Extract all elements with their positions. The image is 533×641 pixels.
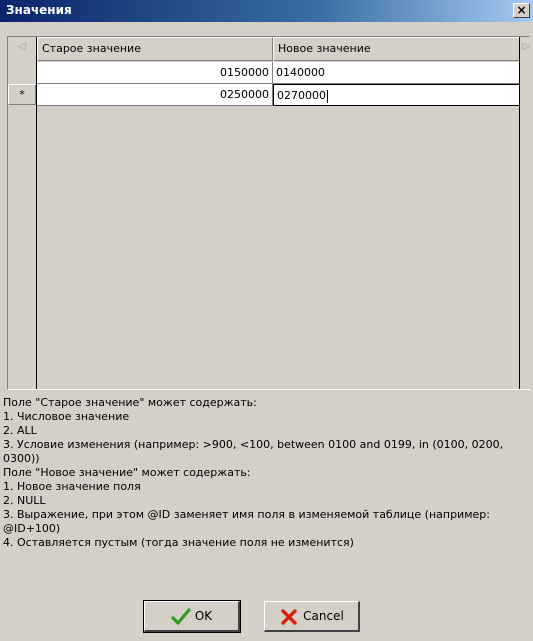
close-button[interactable]: × (513, 3, 530, 18)
values-dialog: Значения × ◁ * Старое значение Новое зна… (0, 0, 533, 641)
scroll-right-arrow-icon[interactable]: ▷ (522, 41, 530, 52)
help-line: Поле "Новое значение" может содержать: (3, 466, 251, 479)
help-line: 1. Числовое значение (3, 410, 130, 423)
cancel-button[interactable]: Cancel (264, 601, 360, 632)
checkmark-icon (171, 607, 191, 625)
text-caret (327, 89, 328, 103)
ok-button[interactable]: OK (143, 600, 241, 633)
grid-area: Старое значение Новое значение 0150000 0… (36, 37, 520, 389)
column-header-old-value[interactable]: Старое значение (37, 37, 273, 61)
help-line: 2. NULL (3, 494, 46, 507)
help-line: 1. Новое значение поля (3, 480, 141, 493)
window-title: Значения (6, 3, 72, 17)
help-line: Поле "Старое значение" может содержать: (3, 396, 257, 409)
old-value-cell[interactable]: 0250000 (37, 84, 273, 106)
row-indicator-column: ◁ * (8, 37, 36, 389)
cancel-button-label: Cancel (303, 609, 344, 623)
new-value-cell[interactable]: 0140000 (273, 62, 520, 84)
new-row-indicator: * (8, 84, 36, 105)
cell-edit-text[interactable]: 0270000 (277, 89, 326, 102)
help-line: 3. Выражение, при этом @ID заменяет имя … (3, 508, 490, 535)
old-value-cell[interactable]: 0150000 (37, 62, 273, 84)
new-value-cell-editing[interactable]: 0270000 (273, 84, 520, 106)
close-icon: × (516, 3, 527, 17)
help-line: 4. Оставляется пустым (тогда значение по… (3, 536, 354, 549)
help-line: 3. Условие изменения (например: >900, <1… (3, 438, 504, 465)
title-bar[interactable]: Значения × (0, 0, 533, 22)
table-row[interactable]: 0250000 0270000 (37, 84, 520, 106)
help-line: 2. ALL (3, 424, 37, 437)
help-text: Поле "Старое значение" может содержать: … (3, 396, 529, 550)
ok-button-label: OK (194, 609, 213, 623)
cross-icon (281, 608, 297, 625)
values-grid[interactable]: ◁ * Старое значение Новое значение 01500… (7, 36, 530, 390)
table-row[interactable]: 0150000 0140000 (37, 62, 520, 84)
scroll-left-arrow-icon[interactable]: ◁ (18, 41, 26, 52)
column-header-new-value[interactable]: Новое значение (273, 37, 520, 61)
right-scroll-strip: ▷ (519, 37, 530, 389)
